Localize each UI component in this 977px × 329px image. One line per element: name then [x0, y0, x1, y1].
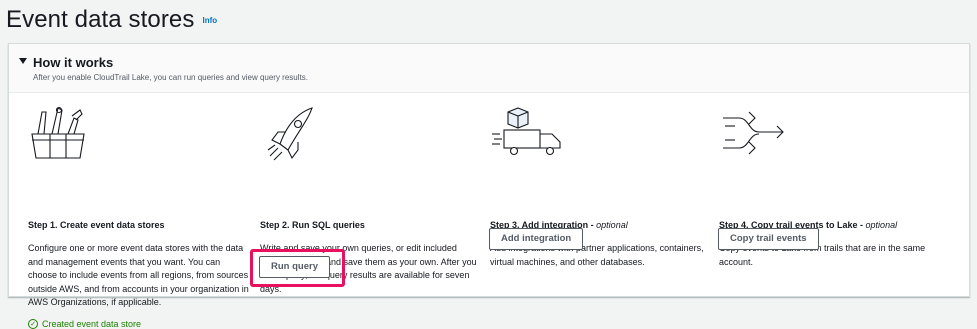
- step-1-status: ✓ Created event data store: [28, 319, 141, 329]
- add-integration-button[interactable]: Add integration: [489, 228, 584, 250]
- merge-arrows-icon: [719, 104, 799, 162]
- check-circle-icon: ✓: [28, 319, 38, 329]
- step-1-title: Step 1. Create event data stores: [28, 220, 165, 230]
- caret-down-icon[interactable]: [19, 58, 27, 64]
- info-link[interactable]: Info: [202, 16, 217, 25]
- step-1-description: Configure one or more event data stores …: [28, 243, 249, 307]
- toolbox-icon: [28, 104, 108, 162]
- page-header: Event data stores Info: [6, 6, 217, 36]
- how-it-works-panel: How it works After you enable CloudTrail…: [8, 43, 970, 329]
- copy-trail-events-button[interactable]: Copy trail events: [718, 228, 819, 250]
- truck-icon: [490, 104, 570, 162]
- how-it-works-header[interactable]: How it works After you enable CloudTrail…: [9, 44, 969, 93]
- highlight-box: [250, 249, 345, 287]
- step-2-title: Step 2. Run SQL queries: [260, 220, 365, 230]
- rocket-icon: [266, 104, 346, 162]
- how-it-works-description: After you enable CloudTrail Lake, you ca…: [33, 73, 308, 82]
- status-text: Created event data store: [42, 319, 142, 329]
- page-title: Event data stores: [6, 6, 195, 33]
- how-it-works-title: How it works: [33, 55, 114, 70]
- steps-container: Step 1. Create event data stores Configu…: [9, 92, 969, 329]
